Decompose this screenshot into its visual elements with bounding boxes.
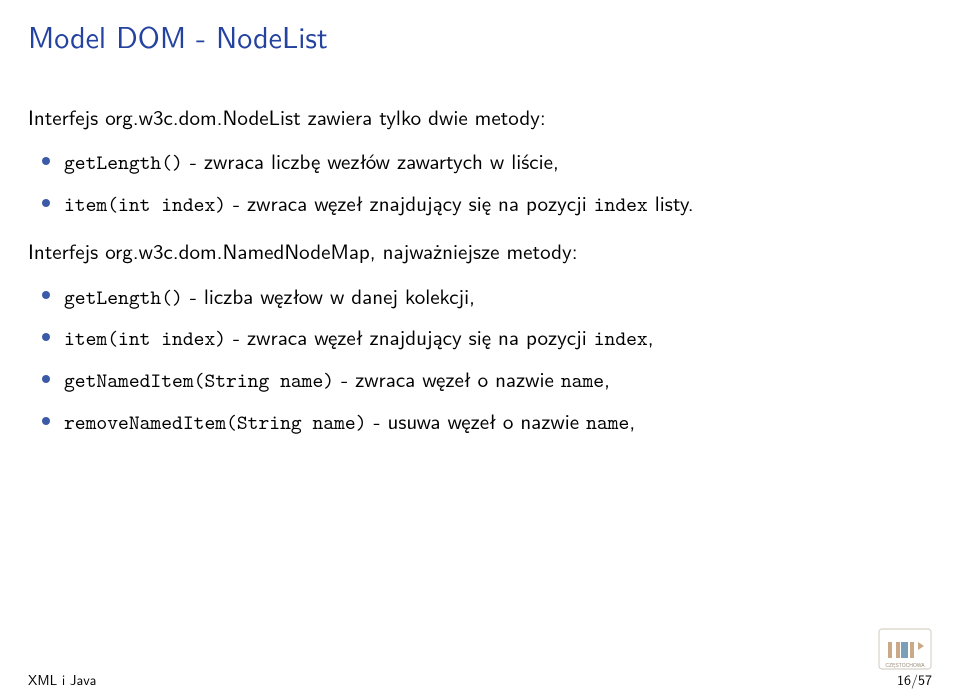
class-name: org.w3c.dom.NodeList — [105, 102, 300, 132]
code: index — [594, 190, 648, 218]
code: name — [586, 408, 629, 436]
text: , — [629, 406, 635, 436]
slide-footer: XML i Java 16/57 — [28, 670, 932, 690]
code: removeNamedItem(String name) — [64, 408, 367, 436]
list-item: removeNamedItem(String name) - usuwa węz… — [28, 406, 932, 438]
text: - zwraca węzeł znajdujący się na pozycji — [226, 188, 594, 218]
text: Interfejs — [28, 102, 105, 132]
code: name — [561, 366, 604, 394]
svg-text:CZĘSTOCHOWA: CZĘSTOCHOWA — [885, 663, 925, 669]
method-list-2: getLength() - liczba węzłow w danej kole… — [28, 281, 932, 438]
list-item: getLength() - liczba węzłow w danej kole… — [28, 281, 932, 313]
code: item(int index) — [64, 190, 226, 218]
code: item(int index) — [64, 324, 226, 352]
text: listy. — [648, 188, 694, 218]
intro-para-2: Interfejs org.w3c.dom.NamedNodeMap, najw… — [28, 236, 932, 266]
text: , najważniejsze metody: — [370, 236, 578, 266]
list-item: item(int index) - zwraca węzeł znajdując… — [28, 322, 932, 354]
list-item: getLength() - zwraca liczbę wezłów zawar… — [28, 146, 932, 178]
text: - liczba węzłow w danej kolekcji, — [183, 281, 475, 311]
code: getLength() — [64, 148, 183, 176]
text: - zwraca węzeł znajdujący się na pozycji — [226, 322, 594, 352]
slide-body: Interfejs org.w3c.dom.NodeList zawiera t… — [28, 102, 932, 454]
institution-logo-icon: CZĘSTOCHOWA — [878, 628, 932, 670]
text: - zwraca węzeł o nazwie — [334, 364, 561, 394]
text: Interfejs — [28, 236, 105, 266]
code: index — [594, 324, 648, 352]
text: - usuwa węzeł o nazwie — [367, 406, 587, 436]
list-item: getNamedItem(String name) - zwraca węzeł… — [28, 364, 932, 396]
text: zawiera tylko dwie metody: — [301, 102, 546, 132]
code: getLength() — [64, 283, 183, 311]
code: getNamedItem(String name) — [64, 366, 334, 394]
footer-left: XML i Java — [28, 670, 96, 690]
footer-right-page-number: 16/57 — [897, 670, 932, 690]
intro-para-1: Interfejs org.w3c.dom.NodeList zawiera t… — [28, 102, 932, 132]
slide-title: Model DOM - NodeList — [28, 14, 328, 58]
text: , — [648, 322, 654, 352]
class-name: org.w3c.dom.NamedNodeMap — [105, 236, 370, 266]
method-list-1: getLength() - zwraca liczbę wezłów zawar… — [28, 146, 932, 220]
text: - zwraca liczbę wezłów zawartych w liści… — [183, 146, 559, 176]
text: , — [604, 364, 610, 394]
list-item: item(int index) - zwraca węzeł znajdując… — [28, 188, 932, 220]
